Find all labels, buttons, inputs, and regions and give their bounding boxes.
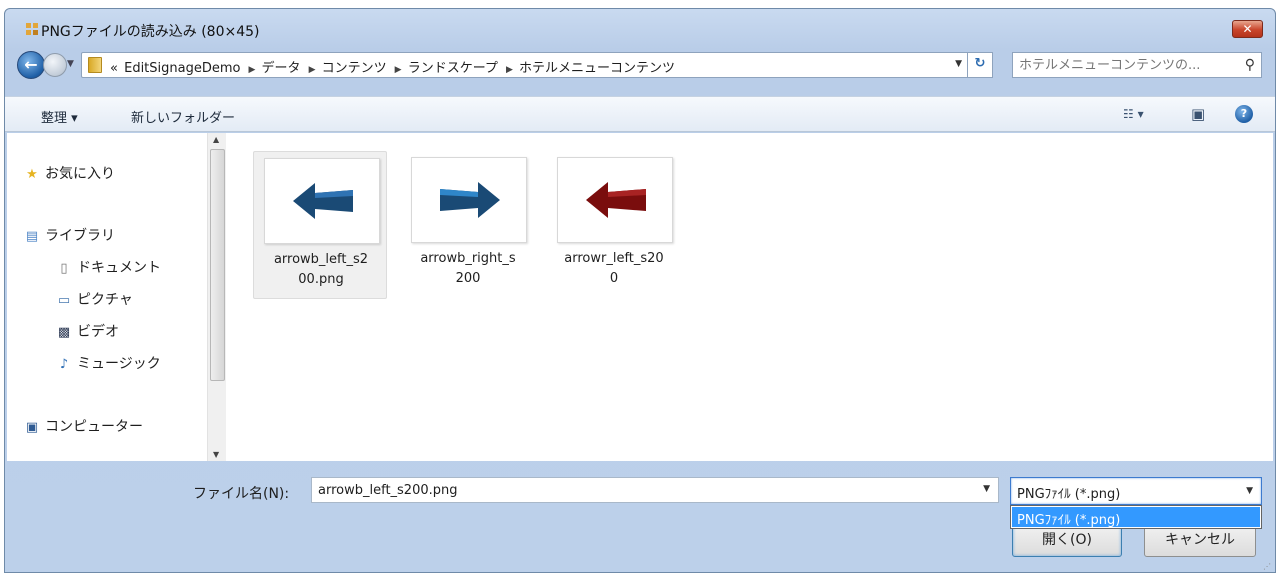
sidebar-item-computer[interactable]: ▣ コンピューター bbox=[25, 416, 143, 436]
arrow-left-icon bbox=[293, 183, 353, 219]
breadcrumb-item[interactable]: ランドスケープ bbox=[408, 61, 498, 76]
file-name: arrowb_left_s2 00.png bbox=[273, 252, 369, 287]
computer-icon: ▣ bbox=[25, 420, 39, 435]
chevron-down-icon[interactable]: ▼ bbox=[983, 484, 990, 494]
file-item[interactable]: arrowb_left_s2 00.png bbox=[253, 151, 387, 299]
sidebar-item-pictures[interactable]: ▭ ピクチャ bbox=[57, 289, 133, 309]
open-file-dialog: PNGファイルの読み込み (80×45) ✕ ← ▼ « EditSignage… bbox=[4, 8, 1276, 573]
address-dropdown-icon[interactable]: ▼ bbox=[955, 59, 962, 69]
chevron-right-icon[interactable]: ▶ bbox=[309, 65, 316, 75]
breadcrumb-item[interactable]: ホテルメニューコンテンツ bbox=[519, 61, 675, 76]
sidebar-item-label: ミュージック bbox=[77, 356, 161, 372]
file-item[interactable]: arrowr_left_s20 0 bbox=[547, 151, 681, 299]
resize-grip-icon[interactable]: ⋰ bbox=[1263, 562, 1271, 571]
star-icon: ★ bbox=[26, 167, 38, 182]
title-bar: PNGファイルの読み込み (80×45) ✕ bbox=[5, 9, 1275, 47]
sidebar-item-label: お気に入り bbox=[45, 166, 115, 182]
app-icon bbox=[26, 23, 38, 35]
filename-label: ファイル名(N): bbox=[193, 486, 290, 502]
sidebar-item-label: コンピューター bbox=[45, 419, 143, 435]
chevron-right-icon[interactable]: ▶ bbox=[248, 65, 255, 75]
filetype-option[interactable]: PNGﾌｧｲﾙ (*.png) bbox=[1012, 507, 1260, 528]
scroll-down-icon[interactable]: ▼ bbox=[213, 450, 219, 459]
history-dropdown-icon[interactable]: ▼ bbox=[67, 59, 74, 69]
scroll-up-icon[interactable]: ▲ bbox=[213, 135, 219, 144]
filename-combobox[interactable]: ▼ bbox=[311, 477, 999, 503]
organize-menu[interactable]: 整理 ▾ bbox=[41, 107, 78, 126]
search-input[interactable] bbox=[1013, 53, 1233, 77]
command-bar: 整理 ▾ 新しいフォルダー ☷ ▾ ▣ ? bbox=[5, 96, 1275, 132]
scroll-thumb[interactable] bbox=[210, 149, 225, 381]
sidebar-item-label: ピクチャ bbox=[77, 292, 133, 308]
folder-icon bbox=[88, 57, 102, 73]
forward-button[interactable] bbox=[43, 53, 67, 77]
document-icon: ▯ bbox=[60, 261, 68, 276]
search-icon[interactable]: ⚲ bbox=[1245, 57, 1255, 73]
chevron-right-icon[interactable]: ▶ bbox=[506, 65, 513, 75]
arrow-right-icon bbox=[440, 182, 500, 218]
file-thumbnail bbox=[557, 157, 673, 243]
window-title: PNGファイルの読み込み (80×45) bbox=[41, 24, 260, 40]
navigation-pane: ★ お気に入り ▤ ライブラリ ▯ ドキュメント ▭ ピクチャ ▩ ビデオ ♪ ミュージック… bbox=[7, 133, 207, 461]
sidebar-item-music[interactable]: ♪ ミュージック bbox=[57, 353, 161, 373]
sidebar-item-documents[interactable]: ▯ ドキュメント bbox=[57, 257, 161, 277]
music-icon: ♪ bbox=[59, 357, 69, 372]
picture-icon: ▭ bbox=[57, 293, 71, 308]
back-button[interactable]: ← bbox=[17, 51, 45, 79]
file-list: arrowb_left_s2 00.png arrowb_right_s 200 bbox=[229, 133, 1273, 461]
refresh-button[interactable]: ↻ bbox=[967, 52, 993, 78]
sidebar-item-favorites[interactable]: ★ お気に入り bbox=[25, 163, 115, 183]
sidebar-item-videos[interactable]: ▩ ビデオ bbox=[57, 321, 119, 341]
filename-input[interactable] bbox=[312, 478, 972, 502]
video-icon: ▩ bbox=[57, 325, 71, 340]
breadcrumb-item[interactable]: EditSignageDemo bbox=[124, 61, 240, 76]
search-box[interactable]: ⚲ bbox=[1012, 52, 1262, 78]
filetype-select[interactable]: PNGﾌｧｲﾙ (*.png) ▼ bbox=[1010, 477, 1262, 505]
chevron-right-icon[interactable]: ▶ bbox=[395, 65, 402, 75]
filetype-value: PNGﾌｧｲﾙ (*.png) bbox=[1017, 487, 1121, 502]
breadcrumb-item[interactable]: コンテンツ bbox=[322, 61, 387, 76]
sidebar-item-label: ライブラリ bbox=[45, 228, 115, 244]
file-name: arrowb_right_s 200 bbox=[420, 251, 516, 286]
view-options-icon[interactable]: ☷ ▾ bbox=[1123, 107, 1144, 121]
sidebar-item-libraries[interactable]: ▤ ライブラリ bbox=[25, 225, 115, 245]
breadcrumb: « EditSignageDemo ▶ データ ▶ コンテンツ ▶ ランドスケープ ▶ … bbox=[110, 57, 677, 76]
new-folder-button[interactable]: 新しいフォルダー bbox=[131, 107, 235, 126]
library-icon: ▤ bbox=[25, 229, 39, 244]
content-area: ★ お気に入り ▤ ライブラリ ▯ ドキュメント ▭ ピクチャ ▩ ビデオ ♪ ミュージック… bbox=[7, 133, 1273, 461]
arrow-left-icon bbox=[586, 182, 646, 218]
preview-pane-icon[interactable]: ▣ bbox=[1191, 105, 1205, 123]
chevron-down-icon[interactable]: ▼ bbox=[1246, 486, 1253, 496]
file-thumbnail bbox=[411, 157, 527, 243]
help-icon[interactable]: ? bbox=[1235, 105, 1253, 123]
breadcrumb-overflow[interactable]: « bbox=[110, 61, 118, 76]
sidebar-item-label: ビデオ bbox=[77, 324, 119, 340]
address-bar[interactable]: « EditSignageDemo ▶ データ ▶ コンテンツ ▶ ランドスケープ ▶ … bbox=[81, 52, 969, 78]
file-name: arrowr_left_s20 0 bbox=[564, 251, 664, 286]
sidebar-item-label: ドキュメント bbox=[77, 260, 161, 276]
navigation-scrollbar[interactable]: ▲ ▼ bbox=[207, 133, 226, 461]
file-thumbnail bbox=[264, 158, 380, 244]
navigation-bar: ← ▼ « EditSignageDemo ▶ データ ▶ コンテンツ ▶ ランドスケ… bbox=[5, 47, 1275, 83]
file-item[interactable]: arrowb_right_s 200 bbox=[401, 151, 535, 299]
filetype-dropdown-list: PNGﾌｧｲﾙ (*.png) bbox=[1010, 505, 1262, 529]
close-button[interactable]: ✕ bbox=[1232, 20, 1263, 38]
breadcrumb-item[interactable]: データ bbox=[262, 61, 301, 76]
dialog-footer: ファイル名(N): ▼ PNGﾌｧｲﾙ (*.png) ▼ 開く(O) キャンセ… bbox=[5, 461, 1275, 573]
